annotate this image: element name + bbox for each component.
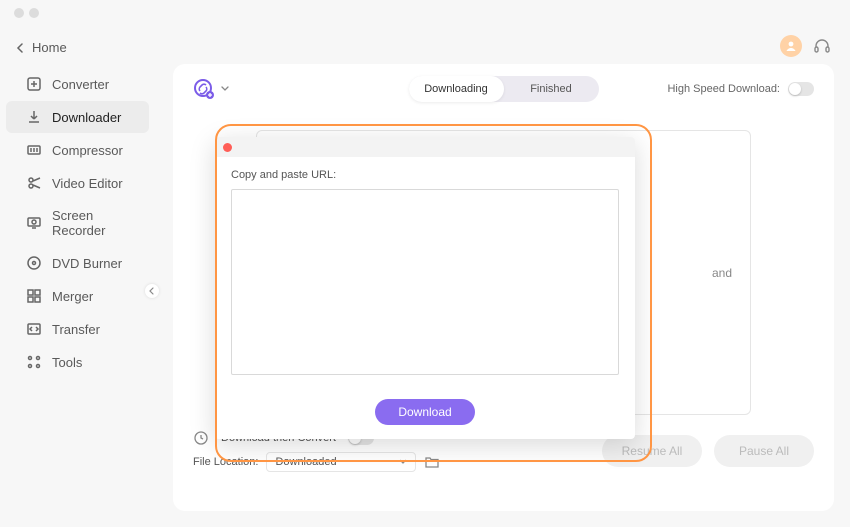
modal-titlebar <box>215 137 635 157</box>
sidebar-item-label: Transfer <box>52 322 100 337</box>
clock-icon <box>193 430 209 446</box>
modal-label: Copy and paste URL: <box>231 169 619 181</box>
button-label: Download <box>398 405 451 419</box>
folder-icon <box>424 454 440 470</box>
url-textarea[interactable] <box>231 189 619 375</box>
tab-finished[interactable]: Finished <box>504 76 599 102</box>
sidebar-item-label: Merger <box>52 289 93 304</box>
add-url-button[interactable] <box>193 78 229 100</box>
hsd-label: High Speed Download: <box>667 83 780 95</box>
high-speed-toggle[interactable] <box>788 82 814 96</box>
disc-icon <box>26 255 42 271</box>
traffic-light-min[interactable] <box>29 8 39 18</box>
button-label: Resume All <box>622 444 683 458</box>
chevron-left-icon <box>16 43 26 53</box>
sidebar-item-label: Video Editor <box>52 176 123 191</box>
sidebar-item-label: Downloader <box>52 110 121 125</box>
sidebar-item-label: Tools <box>52 355 82 370</box>
sidebar-item-video-editor[interactable]: Video Editor <box>6 167 149 199</box>
link-plus-icon <box>193 78 215 100</box>
modal-close-button[interactable] <box>223 143 232 152</box>
chevron-down-icon <box>221 85 229 93</box>
sidebar: Home Converter Downloader Compressor Vi <box>0 26 155 527</box>
paste-url-modal: Copy and paste URL: Download <box>215 137 635 439</box>
file-location-select[interactable]: Downloaded <box>266 452 416 472</box>
sidebar-item-label: DVD Burner <box>52 256 122 271</box>
headset-icon <box>812 36 832 56</box>
pause-all-button[interactable]: Pause All <box>714 435 814 467</box>
merger-icon <box>26 288 42 304</box>
chevron-down-icon <box>399 458 407 466</box>
sidebar-item-label: Converter <box>52 77 109 92</box>
support-button[interactable] <box>812 36 832 56</box>
status-segmented-control: Downloading Finished <box>409 76 599 102</box>
sidebar-item-downloader[interactable]: Downloader <box>6 101 149 133</box>
open-folder-button[interactable] <box>424 454 440 470</box>
sidebar-item-merger[interactable]: Merger <box>6 280 149 312</box>
tab-label: Finished <box>530 83 572 95</box>
transfer-icon <box>26 321 42 337</box>
drop-hint-text: and <box>712 266 732 280</box>
sidebar-item-converter[interactable]: Converter <box>6 68 149 100</box>
scissors-icon <box>26 175 42 191</box>
sidebar-item-dvd-burner[interactable]: DVD Burner <box>6 247 149 279</box>
sidebar-item-label: Compressor <box>52 143 123 158</box>
resume-all-button[interactable]: Resume All <box>602 435 702 467</box>
tools-icon <box>26 354 42 370</box>
sidebar-item-screen-recorder[interactable]: Screen Recorder <box>6 200 149 246</box>
traffic-light-close[interactable] <box>14 8 24 18</box>
download-button[interactable]: Download <box>375 399 475 425</box>
sidebar-item-tools[interactable]: Tools <box>6 346 149 378</box>
sidebar-item-transfer[interactable]: Transfer <box>6 313 149 345</box>
screen-recorder-icon <box>26 215 42 231</box>
user-icon <box>784 39 798 53</box>
home-label: Home <box>32 40 67 55</box>
file-location-label: File Location: <box>193 456 258 468</box>
tab-downloading[interactable]: Downloading <box>409 76 504 102</box>
avatar[interactable] <box>780 35 802 57</box>
tab-label: Downloading <box>424 83 488 95</box>
compressor-icon <box>26 142 42 158</box>
sidebar-item-label: Screen Recorder <box>52 208 137 238</box>
downloader-icon <box>26 109 42 125</box>
converter-icon <box>26 76 42 92</box>
button-label: Pause All <box>739 444 789 458</box>
sidebar-item-compressor[interactable]: Compressor <box>6 134 149 166</box>
home-nav[interactable]: Home <box>0 36 155 67</box>
file-location-value: Downloaded <box>275 456 336 468</box>
window-titlebar <box>0 0 850 26</box>
